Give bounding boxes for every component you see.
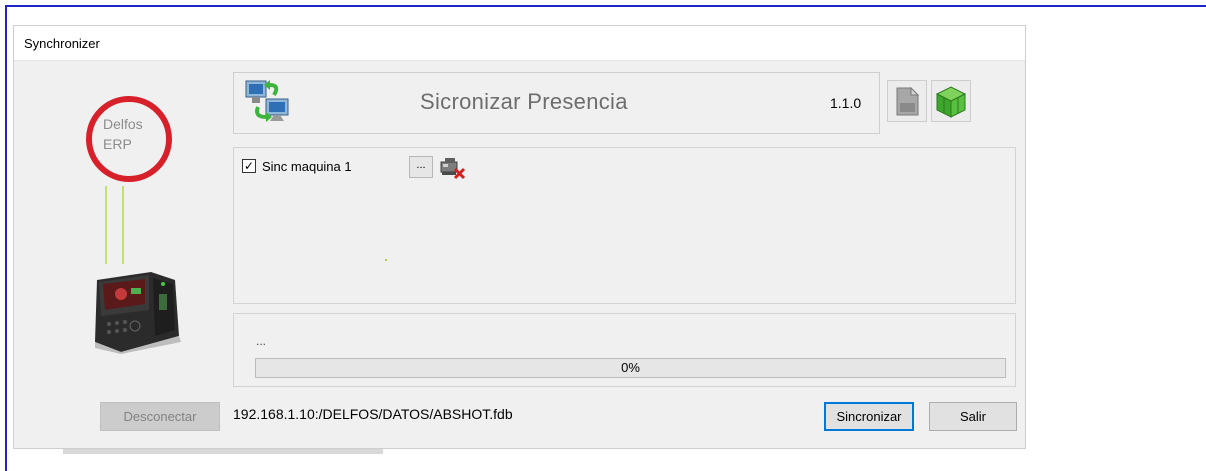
disconnect-button[interactable]: Desconectar [100,402,220,431]
browse-machine-button[interactable]: ... [409,156,433,178]
page-title: Sicronizar Presencia [420,89,628,114]
progress-label: 0% [621,360,640,375]
background-strip [63,449,383,454]
database-path: 192.168.1.10:/DELFOS/DATOS/ABSHOT.fdb [233,406,513,422]
synchronizer-window: Synchronizer Delfos ERP Sicronizar Prese… [13,25,1026,449]
title-bar[interactable]: Synchronizer [14,26,1025,61]
package-button[interactable] [931,80,971,122]
attendance-terminal-icon [95,272,181,354]
document-icon [896,86,920,116]
machines-panel: ✓ Sinc maquina 1 ... [233,147,1016,304]
header-panel: Sicronizar Presencia 1.1.0 [233,72,880,134]
exit-button[interactable]: Salir [929,402,1017,431]
selection-frame-left [5,5,7,471]
progress-bar: 0% [255,358,1006,378]
document-button[interactable] [887,80,927,122]
progress-panel: ... 0% [233,313,1016,387]
status-text: ... [256,334,267,348]
window-title: Synchronizer [24,36,100,51]
machine-checkbox[interactable]: ✓ [242,159,256,173]
logo-line-2: ERP [103,136,132,152]
selection-frame-top [5,5,1206,7]
package-icon [935,86,967,118]
connection-wire-right [122,186,124,264]
stray-dot [385,259,387,261]
sync-button[interactable]: Sincronizar [824,402,914,431]
connection-wire-left [105,186,107,264]
logo-line-1: Delfos [103,116,143,132]
background-window [13,449,1026,471]
version-label: 1.1.0 [830,95,862,111]
machine-disconnected-icon[interactable] [439,156,467,180]
machine-label: Sinc maquina 1 [262,159,352,174]
sync-computers-icon [245,80,289,122]
delfos-logo: Delfos ERP [103,114,143,154]
